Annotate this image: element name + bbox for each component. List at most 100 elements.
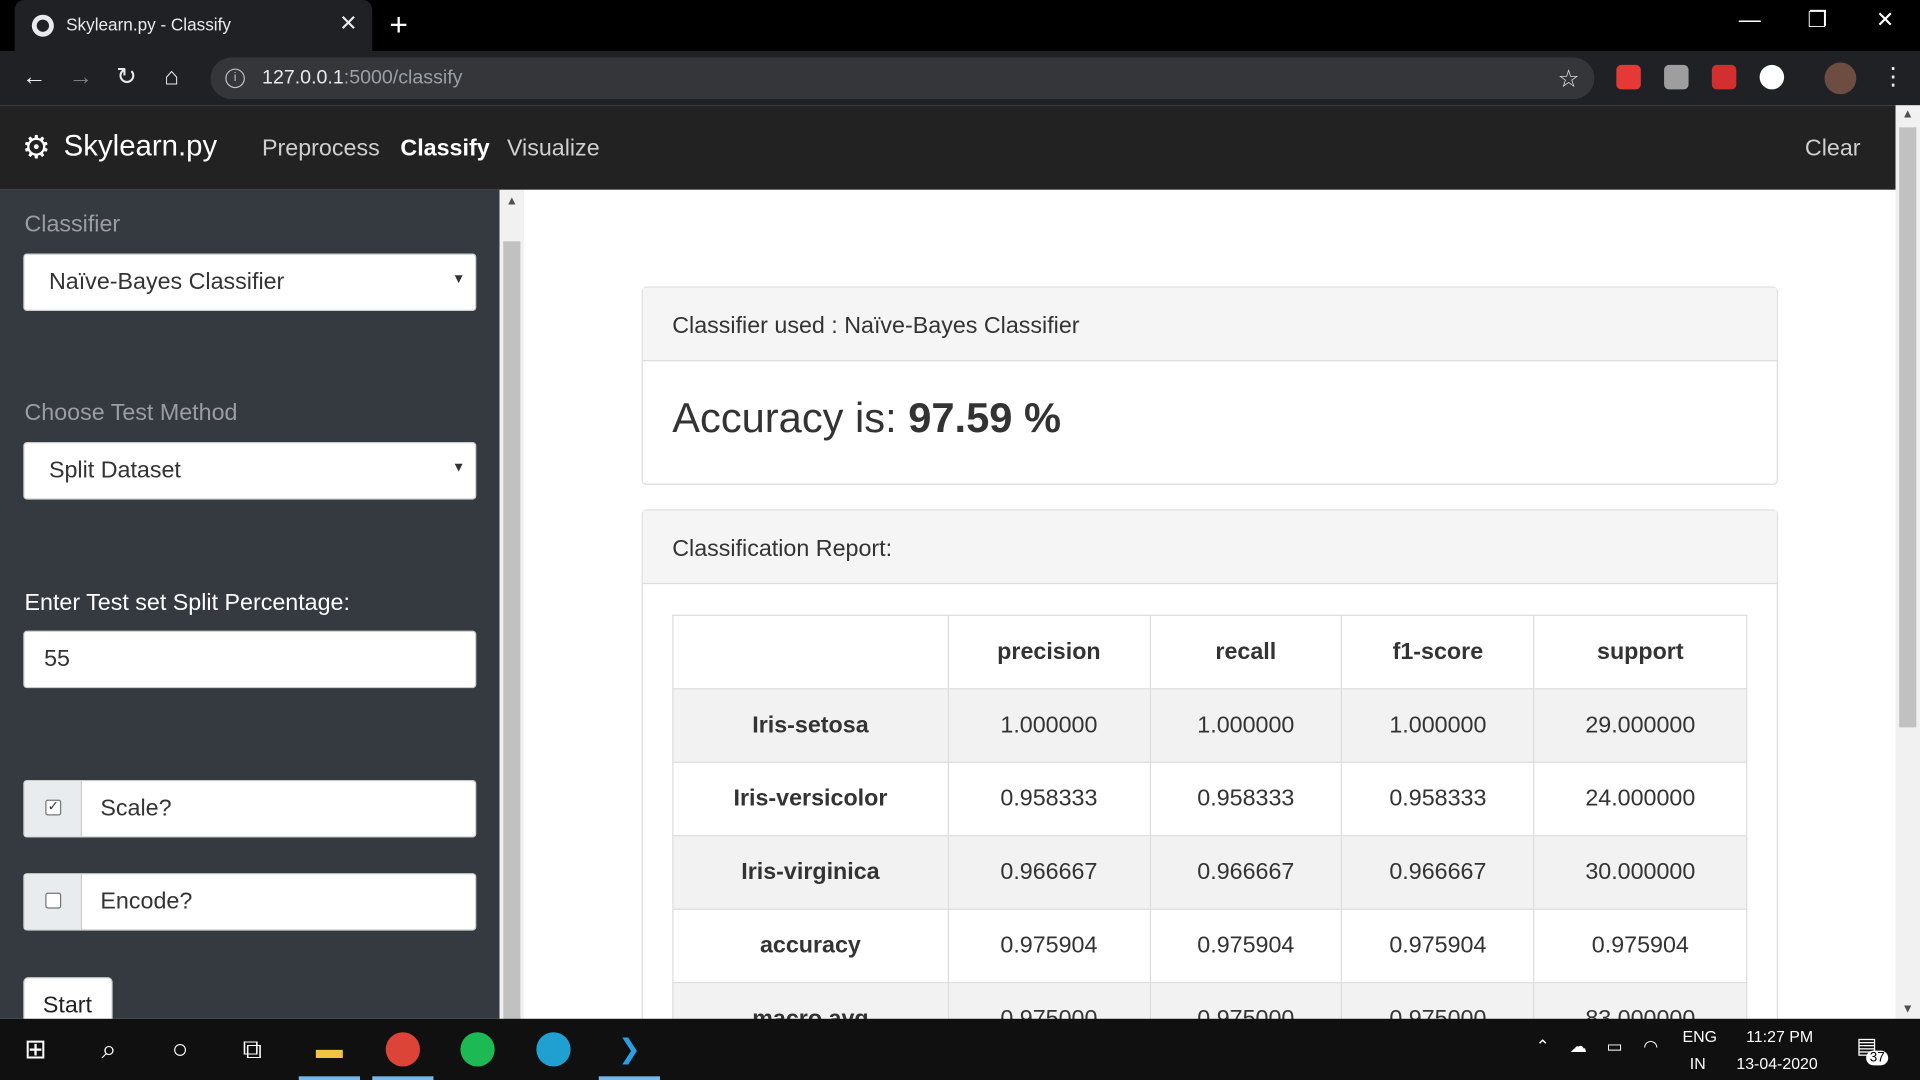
back-icon[interactable]: ← (22, 64, 46, 91)
url-text[interactable]: 127.0.0.1:5000/classify (262, 67, 462, 89)
vscode-icon[interactable]: ❯ (611, 1031, 648, 1068)
clock-time[interactable]: 11:27 PM (1746, 1027, 1813, 1045)
table-row: Iris-virginica 0.966667 0.966667 0.96666… (672, 835, 1748, 910)
brand[interactable]: ⚙ Skylearn.py (22, 130, 217, 164)
language-top[interactable]: ENG (1682, 1027, 1716, 1045)
home-icon[interactable]: ⌂ (164, 64, 179, 91)
classifier-used-header: Classifier used : Naïve-Bayes Classifier (642, 287, 1777, 362)
windows-start-icon[interactable]: ⊞ (17, 1031, 54, 1068)
tab-title: Skylearn.py - Classify (66, 14, 231, 35)
column-header: recall (1149, 614, 1343, 690)
sidebar-scroll-thumb[interactable] (503, 241, 521, 1025)
wifi-icon[interactable]: ◠ (1643, 1036, 1658, 1057)
browser-tab-strip: Skylearn.py - Classify ✕ + — ❐ ✕ (0, 0, 1920, 52)
browser-toolbar: ← → ↻ ⌂ i 127.0.0.1:5000/classify ☆ ⋮ (0, 51, 1920, 106)
row-label: accuracy (672, 908, 949, 984)
scale-checkbox[interactable]: ✓ (45, 799, 62, 816)
address-bar[interactable]: i 127.0.0.1:5000/classify ☆ (210, 57, 1595, 100)
menu-kebab-icon[interactable]: ⋮ (1881, 64, 1905, 91)
table-cell: 0.958333 (947, 761, 1151, 837)
classifier-select[interactable]: Naïve-Bayes Classifier ▼ (23, 253, 477, 312)
forward-icon[interactable]: → (69, 64, 93, 91)
bookmark-star-icon[interactable]: ☆ (1558, 64, 1580, 95)
pocket-extension-icon[interactable] (1711, 64, 1737, 90)
clock-date[interactable]: 13-04-2020 (1736, 1054, 1817, 1072)
cortana-icon[interactable]: ○ (162, 1031, 199, 1068)
tray-chevron-up-icon[interactable]: ⌃ (1536, 1036, 1550, 1057)
table-cell: 0.966667 (1341, 835, 1535, 910)
chrome-active-indicator (372, 1076, 434, 1080)
test-method-select[interactable]: Split Dataset ▼ (23, 442, 477, 500)
page-scrollbar[interactable]: ▲ ▼ (1895, 105, 1920, 1019)
app-navbar: ⚙ Skylearn.py Preprocess Classify Visual… (0, 105, 1896, 190)
gears-icon: ⚙ (22, 128, 51, 166)
table-cell: 1.000000 (1149, 688, 1343, 763)
report-header: Classification Report: (642, 510, 1777, 585)
caret-down-icon: ▼ (451, 460, 466, 476)
battery-icon[interactable]: ▭ (1607, 1036, 1623, 1057)
table-header-row: precision recall f1-score support (672, 614, 1748, 690)
table-cell: 0.975904 (1533, 908, 1748, 984)
nav-visualize[interactable]: Visualize (507, 136, 600, 163)
browser-tab[interactable]: Skylearn.py - Classify ✕ (14, 0, 373, 52)
shield-extension-icon[interactable] (1616, 64, 1641, 90)
test-method-select-value: Split Dataset (48, 457, 181, 484)
globe-icon (31, 14, 54, 37)
notification-count-badge: 37 (1866, 1050, 1889, 1066)
scroll-up-arrow-icon[interactable]: ▲ (506, 195, 518, 208)
table-cell: 0.975904 (1341, 908, 1535, 984)
main-content: Classifier used : Naïve-Bayes Classifier… (524, 189, 1896, 1057)
circle-extension-icon[interactable] (1759, 64, 1785, 90)
profile-avatar[interactable] (1824, 62, 1857, 95)
table-cell: 0.966667 (1149, 835, 1343, 910)
brand-text: Skylearn.py (63, 129, 218, 163)
task-view-icon[interactable]: ⧉ (234, 1031, 271, 1068)
classifier-label: Classifier (24, 211, 121, 238)
scale-label: Scale? (100, 795, 172, 822)
chrome-icon[interactable] (385, 1032, 421, 1067)
caret-down-icon: ▼ (451, 271, 466, 287)
table-row: Iris-versicolor 0.958333 0.958333 0.9583… (672, 761, 1748, 837)
table-cell: 1.000000 (947, 688, 1151, 763)
window-close-icon[interactable]: ✕ (1876, 7, 1894, 33)
scale-checkbox-group: ✓ Scale? (23, 780, 477, 838)
column-header: f1-score (1341, 614, 1535, 690)
windows-taskbar: ⊞ ⌕ ○ ⧉ ▬ ❯ ⌃ ☁ ▭ ◠ ENG IN 11:27 PM 13-0… (0, 1018, 1920, 1080)
column-header: support (1533, 614, 1748, 690)
sidebar-scrollbar[interactable]: ▲ (499, 189, 525, 1025)
reload-icon[interactable]: ↻ (116, 64, 137, 91)
table-row: accuracy 0.975904 0.975904 0.975904 0.97… (672, 908, 1748, 984)
nav-preprocess[interactable]: Preprocess (262, 136, 380, 163)
search-icon[interactable]: ⌕ (91, 1031, 128, 1068)
close-tab-icon[interactable]: ✕ (339, 11, 357, 37)
clear-link[interactable]: Clear (1805, 136, 1861, 163)
onedrive-cloud-icon[interactable]: ☁ (1570, 1036, 1587, 1057)
spotify-icon[interactable] (460, 1032, 495, 1067)
accuracy-text: Accuracy is: 97.59 % (643, 361, 1777, 477)
classifier-select-value: Naïve-Bayes Classifier (48, 269, 285, 296)
split-percentage-value: 55 (44, 646, 70, 673)
info-icon[interactable]: i (225, 68, 245, 89)
table-cell: 29.000000 (1533, 688, 1748, 763)
minimize-icon[interactable]: — (1739, 7, 1761, 33)
scroll-up-arrow-icon[interactable]: ▲ (1902, 108, 1914, 121)
new-tab-icon[interactable]: + (389, 7, 408, 41)
edge-icon[interactable] (536, 1032, 571, 1067)
restore-icon[interactable]: ❐ (1807, 7, 1827, 33)
page-scroll-thumb[interactable] (1899, 127, 1917, 728)
scroll-down-arrow-icon[interactable]: ▼ (1902, 1003, 1914, 1016)
table-cell: 24.000000 (1533, 761, 1748, 837)
encode-checkbox[interactable] (45, 892, 62, 909)
table-cell: 0.975904 (947, 908, 1151, 984)
column-header: precision (947, 614, 1151, 690)
file-explorer-icon[interactable]: ▬ (311, 1031, 348, 1068)
nav-classify[interactable]: Classify (400, 136, 489, 163)
table-cell: 30.000000 (1533, 835, 1748, 910)
split-percentage-input[interactable]: 55 (23, 630, 477, 689)
extension-icon[interactable] (1664, 64, 1689, 90)
url-path: :5000/classify (343, 67, 463, 89)
row-label: Iris-setosa (672, 688, 949, 763)
vscode-active-indicator (598, 1076, 661, 1080)
language-bottom[interactable]: IN (1690, 1054, 1706, 1072)
classification-report-table: precision recall f1-score support Iris-s… (672, 614, 1748, 1057)
